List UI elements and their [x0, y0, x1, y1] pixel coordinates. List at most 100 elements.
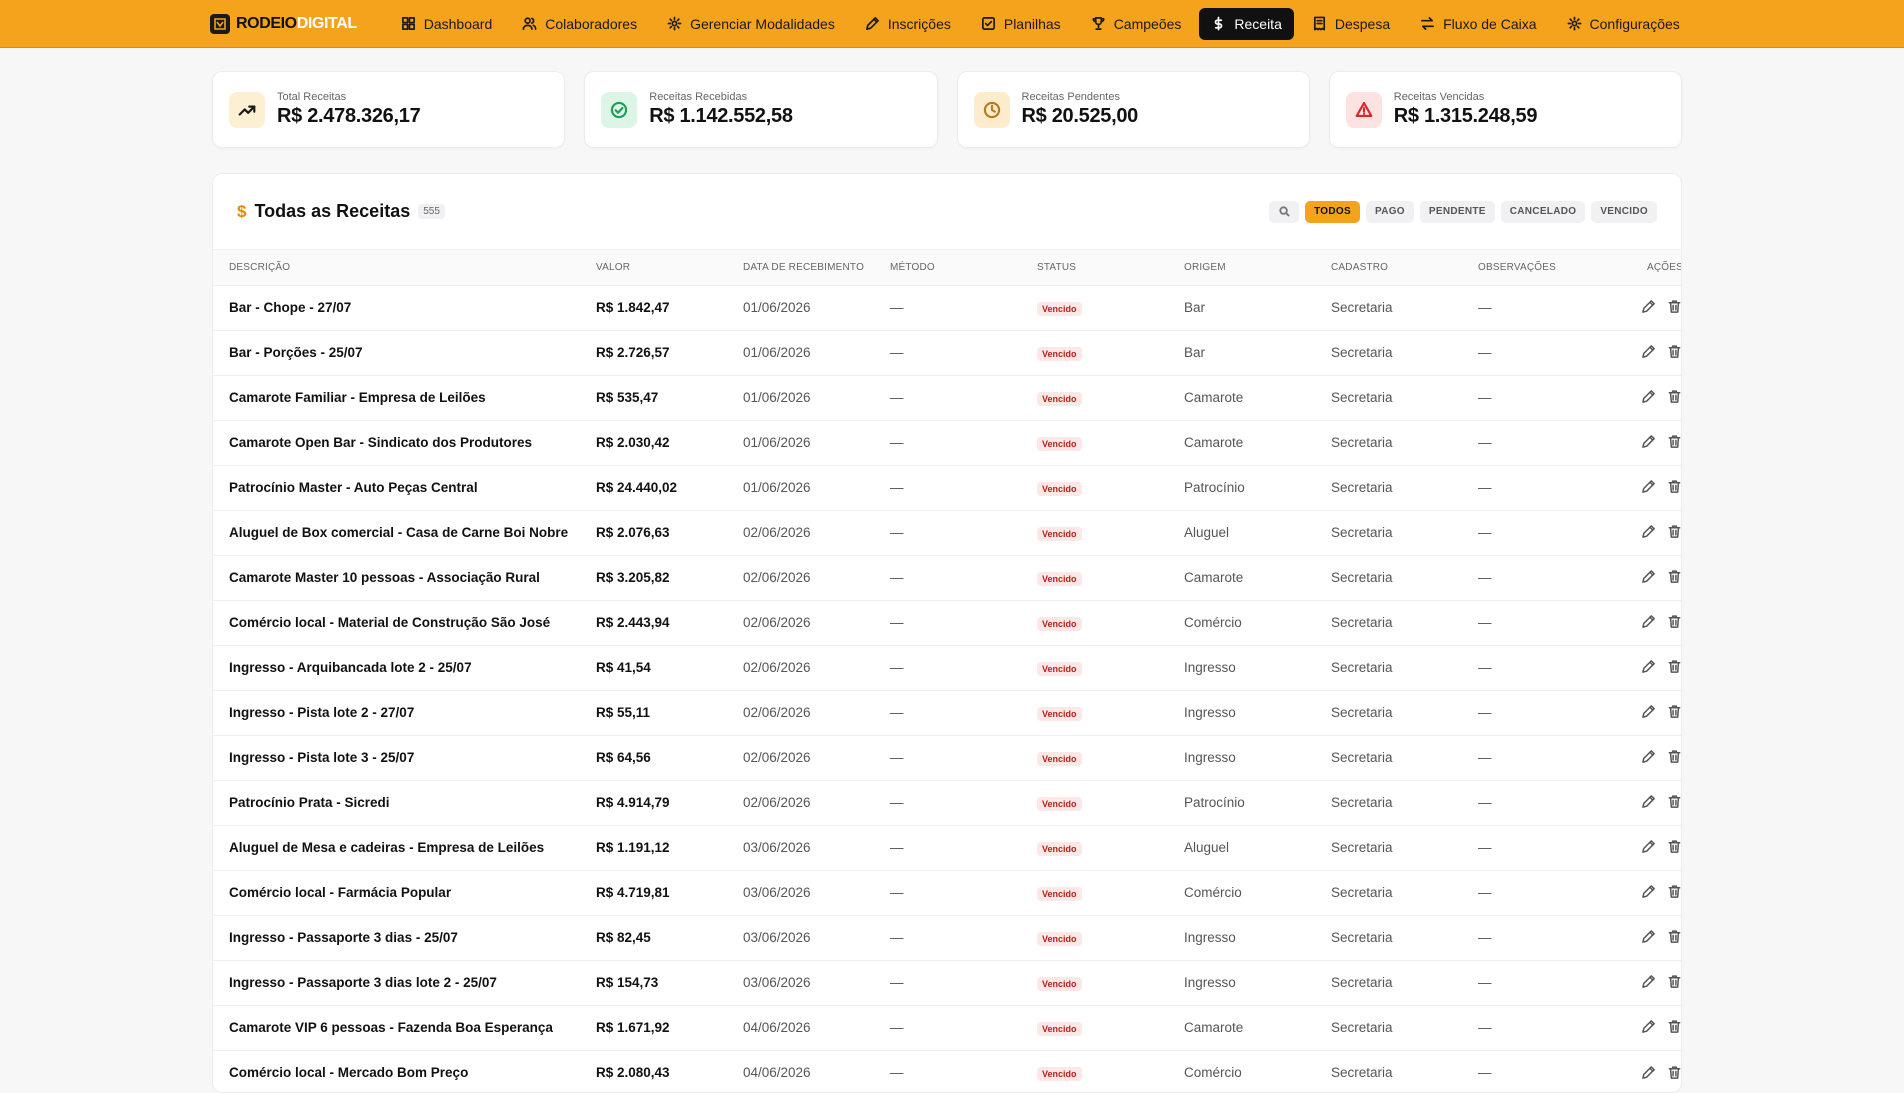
edit-button[interactable] [1639, 928, 1657, 946]
table-row[interactable]: Camarote Familiar - Empresa de Leilões R$… [213, 375, 1681, 420]
table-row[interactable]: Comércio local - Material de Construção … [213, 600, 1681, 645]
delete-button[interactable] [1665, 883, 1681, 901]
nav-item-gerenciar-modalidades[interactable]: Gerenciar Modalidades [655, 8, 847, 40]
cell-status: Vencido [1021, 780, 1168, 825]
delete-button[interactable] [1665, 343, 1681, 361]
cell-status: Vencido [1021, 960, 1168, 1005]
column-header: Data de recebimento [743, 261, 865, 273]
cell-descricao: Ingresso - Passaporte 3 dias - 25/07 [229, 930, 458, 945]
cell-origem: Patrocínio [1184, 480, 1245, 495]
nav-item-planilhas[interactable]: Planilhas [969, 8, 1073, 40]
cell-acoes [1609, 960, 1681, 1005]
brand-part1: RODEIO [236, 14, 297, 32]
brand-logo[interactable]: RODEIODIGITAL [210, 13, 357, 34]
edit-button[interactable] [1639, 658, 1657, 676]
cell-origem: Camarote [1184, 390, 1244, 405]
edit-button[interactable] [1639, 703, 1657, 721]
status-badge: Vencido [1037, 976, 1082, 991]
nav-item-despesa[interactable]: Despesa [1300, 8, 1402, 40]
edit-button[interactable] [1639, 1018, 1657, 1036]
trophy-icon [1092, 17, 1105, 30]
table-row[interactable]: Ingresso - Pista lote 2 - 27/07 R$ 55,11 0… [213, 690, 1681, 735]
delete-button[interactable] [1665, 748, 1681, 766]
edit-button[interactable] [1639, 838, 1657, 856]
delete-button[interactable] [1665, 928, 1681, 946]
nav-item-inscrições[interactable]: Inscrições [853, 8, 963, 40]
delete-button[interactable] [1665, 433, 1681, 451]
column-header: Descrição [229, 261, 291, 273]
status-badge: Vencido [1037, 481, 1082, 496]
nav-item-colaboradores[interactable]: Colaboradores [510, 8, 649, 40]
edit-button[interactable] [1639, 1063, 1657, 1081]
edit-button[interactable] [1639, 343, 1657, 361]
table-row[interactable]: Patrocínio Prata - Sicredi R$ 4.914,79 02/… [213, 780, 1681, 825]
table-row[interactable]: Ingresso - Pista lote 3 - 25/07 R$ 64,56 0… [213, 735, 1681, 780]
cell-valor: R$ 55,11 [596, 705, 651, 720]
cell-cadastro: Secretaria [1331, 570, 1393, 585]
edit-button[interactable] [1639, 883, 1657, 901]
table-row[interactable]: Bar - Porções - 25/07 R$ 2.726,57 01/06/20… [213, 330, 1681, 375]
nav-item-campeões[interactable]: Campeões [1079, 8, 1194, 40]
edit-button[interactable] [1639, 298, 1657, 316]
edit-icon [1641, 435, 1655, 449]
delete-button[interactable] [1665, 568, 1681, 586]
delete-button[interactable] [1665, 838, 1681, 856]
table-row[interactable]: Aluguel de Box comercial - Casa de Carne… [213, 510, 1681, 555]
edit-button[interactable] [1639, 748, 1657, 766]
edit-button[interactable] [1639, 433, 1657, 451]
nav-item-configurações[interactable]: Configurações [1555, 8, 1692, 40]
nav-item-receita[interactable]: Receita [1199, 7, 1294, 40]
edit-button[interactable] [1639, 478, 1657, 496]
cell-observacoes: — [1478, 705, 1492, 720]
edit-icon [1641, 345, 1655, 359]
edit-button[interactable] [1639, 523, 1657, 541]
table-row[interactable]: Bar - Chope - 27/07 R$ 1.842,47 01/06/2026… [213, 285, 1681, 330]
cell-cadastro: Secretaria [1331, 345, 1393, 360]
table-row[interactable]: Patrocínio Master - Auto Peças Central R$… [213, 465, 1681, 510]
edit-button[interactable] [1639, 973, 1657, 991]
filter-vencido[interactable]: VENCIDO [1591, 200, 1657, 223]
cell-observacoes: — [1478, 750, 1492, 765]
cell-metodo: — [890, 1020, 904, 1035]
filter-cancelado[interactable]: CANCELADO [1500, 200, 1586, 223]
filter-todos[interactable]: TODOS [1305, 200, 1360, 223]
search-button[interactable] [1269, 200, 1300, 223]
table-row[interactable]: Comércio local - Farmácia Popular R$ 4.71… [213, 870, 1681, 915]
filter-pago[interactable]: PAGO [1365, 200, 1414, 223]
delete-button[interactable] [1665, 388, 1681, 406]
nav-item-fluxo-de-caixa[interactable]: Fluxo de Caixa [1408, 8, 1548, 40]
delete-button[interactable] [1665, 973, 1681, 991]
filter-pendente[interactable]: PENDENTE [1419, 200, 1495, 223]
table-row[interactable]: Camarote Open Bar - Sindicato dos Produt… [213, 420, 1681, 465]
table-row[interactable]: Camarote VIP 6 pessoas - Fazenda Boa Esp… [213, 1005, 1681, 1050]
table-row[interactable]: Camarote Master 10 pessoas - Associação … [213, 555, 1681, 600]
delete-button[interactable] [1665, 1018, 1681, 1036]
edit-button[interactable] [1639, 388, 1657, 406]
cell-observacoes: — [1478, 1020, 1492, 1035]
delete-button[interactable] [1665, 703, 1681, 721]
table-row[interactable]: Aluguel de Mesa e cadeiras - Empresa de … [213, 825, 1681, 870]
table-row[interactable]: Comércio local - Mercado Bom Preço R$ 2.0… [213, 1050, 1681, 1092]
delete-button[interactable] [1665, 478, 1681, 496]
cell-observacoes: — [1478, 795, 1492, 810]
column-header: Método [890, 261, 935, 273]
nav-item-dashboard[interactable]: Dashboard [389, 8, 505, 40]
delete-button[interactable] [1665, 1063, 1681, 1081]
delete-button[interactable] [1665, 658, 1681, 676]
delete-button[interactable] [1665, 523, 1681, 541]
cell-observacoes: — [1478, 480, 1492, 495]
delete-button[interactable] [1665, 298, 1681, 316]
delete-button[interactable] [1665, 793, 1681, 811]
status-badge: Vencido [1037, 751, 1082, 766]
trash-icon [1668, 795, 1680, 809]
edit-button[interactable] [1639, 613, 1657, 631]
cell-metodo: — [890, 885, 904, 900]
table-row[interactable]: Ingresso - Passaporte 3 dias - 25/07 R$ 8… [213, 915, 1681, 960]
cell-status: Vencido [1021, 870, 1168, 915]
table-row[interactable]: Ingresso - Arquibancada lote 2 - 25/07 R$… [213, 645, 1681, 690]
delete-button[interactable] [1665, 613, 1681, 631]
edit-button[interactable] [1639, 568, 1657, 586]
cell-origem: Patrocínio [1184, 795, 1245, 810]
table-row[interactable]: Ingresso - Passaporte 3 dias lote 2 - 25… [213, 960, 1681, 1005]
edit-button[interactable] [1639, 793, 1657, 811]
